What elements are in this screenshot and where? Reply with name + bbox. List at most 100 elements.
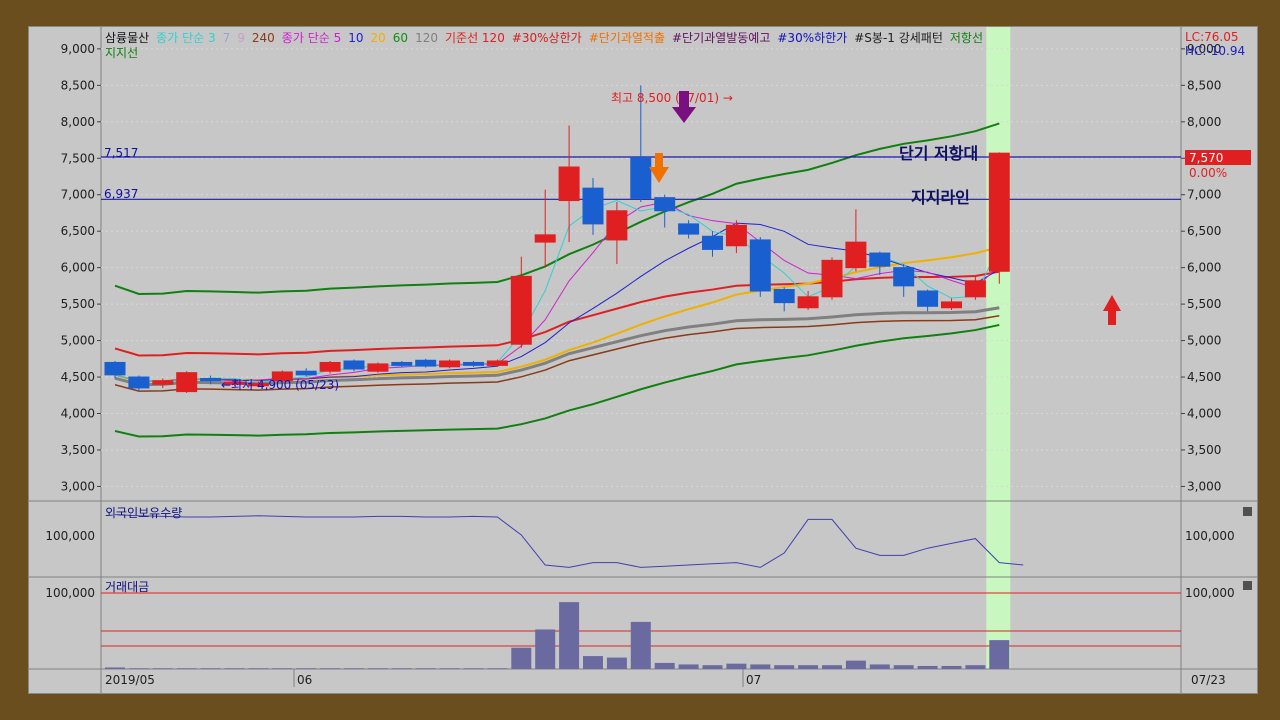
resistance-annotation: 단기 저항대 (899, 144, 978, 163)
volume-bar (272, 668, 293, 669)
legend-item: 삼륭물산 (105, 31, 149, 45)
legend-item: 기준선 120 (445, 31, 505, 45)
candle-body (319, 361, 341, 372)
y-tick-label: 6,500 (1187, 224, 1221, 238)
volume-bar (965, 665, 986, 669)
volume-bar (750, 664, 771, 669)
legend-item: 10 (348, 31, 363, 45)
candle-body (654, 197, 676, 212)
volume-bar (559, 602, 580, 669)
legend-item: 저항선 (950, 31, 983, 45)
legend-item: 7 (223, 31, 231, 45)
volume-bar (176, 668, 197, 669)
candle-body (104, 361, 126, 376)
candle-body (821, 259, 843, 298)
y-tick-label: 4,000 (1187, 406, 1221, 420)
legend-item: 20 (371, 31, 386, 45)
candle-body (941, 301, 962, 309)
candle-body (200, 377, 222, 382)
candle-body (510, 275, 532, 345)
legend-item: #30%상한가 (512, 31, 582, 45)
legend-line2: 지지선 (105, 46, 138, 60)
hc-label: HC:-10.94 (1185, 44, 1245, 58)
legend-item: 종가 단순 5 (282, 31, 341, 45)
volume-bar (367, 668, 388, 669)
volume-bar (224, 668, 245, 669)
legend-item: #단기과열적출 (589, 31, 665, 45)
y-tick-label: 8,500 (61, 78, 95, 92)
candle-body (678, 223, 700, 235)
volume-bar (320, 668, 341, 669)
low-annotation: ←최저 4,900 (05/23) (221, 378, 339, 392)
volume-bar (893, 665, 914, 669)
volume-bar (415, 668, 436, 669)
y-tick-label: 7,500 (61, 151, 95, 165)
candle-body (797, 296, 819, 309)
legend-item: 종가 단순 3 (156, 31, 215, 45)
y-tick-label: 3,500 (1187, 443, 1221, 457)
volume-bar (583, 656, 603, 669)
volume-bar (511, 647, 532, 669)
lc-label: LC:76.05 (1185, 30, 1238, 44)
support-annotation: 지지라인 (911, 188, 970, 207)
y-tick-label: 3,000 (1187, 479, 1221, 493)
y-tick-label: 6,000 (1187, 261, 1221, 275)
candle-body (486, 360, 508, 366)
y-tick-label: 6,500 (61, 224, 95, 238)
candle-body (606, 210, 628, 241)
volume-bar (200, 668, 221, 669)
candle-body (152, 380, 174, 385)
resistance-value: 7,517 (104, 146, 138, 160)
candle-body (128, 376, 150, 389)
candle-body (295, 370, 317, 376)
volume-bar (128, 668, 149, 669)
volume-bar (678, 664, 699, 669)
volume-bar (989, 640, 1010, 669)
volume-bar (654, 662, 675, 669)
y-tick-label: 3,000 (61, 479, 95, 493)
volume-panel-toggle-icon[interactable] (1243, 581, 1252, 590)
legend-item: 9 (237, 31, 245, 45)
volume-bar (152, 668, 173, 669)
y-tick-label: 4,500 (1187, 370, 1221, 384)
volume-bar (391, 668, 412, 669)
volume-bar (439, 668, 460, 669)
foreign-panel-toggle-icon[interactable] (1243, 507, 1252, 516)
y-tick-label: 3,500 (61, 443, 95, 457)
candle-body (773, 289, 795, 304)
legend-item: #S봉-1 강세패턴 (854, 31, 943, 45)
y-tick-label: 9,000 (61, 42, 95, 56)
volume-tick-left: 100,000 (45, 586, 95, 600)
chart-window: 3,000 3,000 3,500 3,500 4,000 4,000 4,500 4,500… (28, 26, 1258, 694)
legend-item: 60 (393, 31, 408, 45)
volume-bar (630, 621, 651, 669)
candle-body (176, 372, 198, 393)
legend-item: 120 (415, 31, 438, 45)
chart-svg: 3,000 3,000 3,500 3,500 4,000 4,000 4,500 4,500… (29, 27, 1257, 693)
candle-body (391, 361, 413, 366)
y-tick-label: 8,500 (1187, 78, 1221, 92)
xaxis-label-july: 07 (746, 673, 761, 687)
xaxis-label-june: 06 (297, 673, 312, 687)
y-tick-label: 4,500 (61, 370, 95, 384)
volume-bar (702, 665, 723, 669)
volume-bar (105, 667, 125, 669)
volume-bar (774, 665, 795, 669)
candle-body (534, 234, 556, 243)
y-tick-label: 7,000 (61, 188, 95, 202)
candle-body (702, 235, 723, 250)
y-tick-label: 5,500 (1187, 297, 1221, 311)
candle-body (582, 187, 604, 225)
foreign-holdings-line (114, 514, 1024, 568)
volume-bar (845, 660, 866, 669)
y-tick-label: 8,000 (1187, 115, 1221, 129)
candle-body (415, 359, 437, 367)
volume-bar (798, 665, 819, 669)
volume-bar (535, 629, 556, 669)
y-tick-label: 5,000 (61, 334, 95, 348)
candle-body (343, 360, 365, 370)
xaxis-label-start: 2019/05 (105, 673, 155, 687)
y-tick-label: 4,000 (61, 406, 95, 420)
volume-bar (248, 668, 269, 669)
volume-bar (822, 665, 842, 669)
